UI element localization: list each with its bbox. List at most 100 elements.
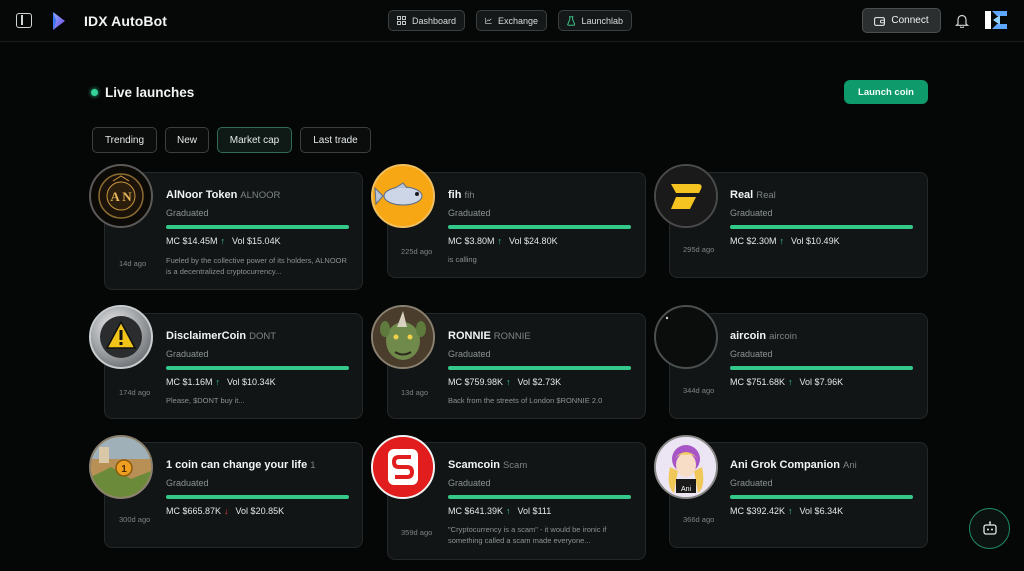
bell-icon[interactable] — [955, 13, 969, 28]
coin-avatar-disclaimer — [89, 305, 153, 369]
real-logo-icon — [656, 166, 716, 226]
nav-exchange-label: Exchange — [497, 15, 538, 26]
tab-new[interactable]: New — [165, 127, 209, 153]
coin-stats: MC $392.42K ↑ Vol $6.34K — [730, 506, 843, 516]
chatbot-button[interactable] — [969, 508, 1010, 549]
progress-bar — [448, 225, 631, 229]
brand-logo-icon — [53, 12, 65, 30]
arrow-up-icon: ↑ — [788, 506, 793, 516]
progress-bar — [166, 366, 349, 370]
coin-status: Graduated — [448, 208, 491, 218]
coin-age: 225d ago — [401, 247, 433, 256]
coin-description: Back from the streets of London $RONNIE … — [448, 396, 603, 405]
progress-bar — [730, 495, 913, 499]
connect-label: Connect — [891, 15, 929, 26]
coin-status: Graduated — [166, 349, 209, 359]
coin-name: Ani Grok Companion Ani — [730, 459, 857, 471]
progress-bar — [730, 225, 913, 229]
coin-name: DisclaimerCoin DONT — [166, 330, 277, 342]
volume: Vol $20.85K — [235, 506, 285, 516]
coin-ticker: Ani — [843, 460, 857, 471]
coin-status: Graduated — [730, 349, 773, 359]
coin-description: Fueled by the collective power of its ho… — [166, 256, 347, 276]
coin-avatar-aircoin — [654, 305, 718, 369]
arrow-up-icon: ↑ — [788, 377, 793, 387]
volume: Vol $2.73K — [517, 377, 562, 387]
coin-avatar-fih — [371, 164, 435, 228]
nav-dashboard-label: Dashboard — [411, 15, 456, 26]
avatar-caption: Ani — [680, 486, 692, 493]
coin-name: Real Real — [730, 189, 776, 201]
rhino-image-icon — [373, 307, 433, 367]
coin-age: 14d ago — [119, 259, 147, 268]
robot-icon — [982, 521, 997, 535]
coin-avatar-alnoor: A N — [89, 164, 153, 228]
progress-bar — [448, 495, 631, 499]
coin-stats: MC $2.30M ↑ Vol $10.49K — [730, 236, 840, 246]
sidebar-toggle-icon[interactable] — [16, 13, 32, 28]
coin-description: is calling — [448, 255, 477, 264]
arrow-up-icon: ↑ — [779, 236, 785, 246]
arrow-up-icon: ↑ — [215, 377, 221, 387]
coin-avatar-real — [654, 164, 718, 228]
coin-age: 359d ago — [401, 528, 433, 537]
progress-bar — [730, 366, 913, 370]
coin-description: Please, $DONT buy it... — [166, 396, 245, 405]
chart-icon — [485, 17, 492, 24]
one-coin-image-icon: 1 — [91, 437, 151, 497]
coin-avatar-scamcoin — [371, 435, 435, 499]
volume: Vol $10.49K — [791, 236, 840, 246]
arrow-up-icon: ↑ — [506, 377, 511, 387]
coin-status: Graduated — [730, 478, 773, 488]
coin-stats: MC $641.39K ↑ Vol $111 — [448, 506, 551, 516]
coin-stats: MC $751.68K ↑ Vol $7.96K — [730, 377, 843, 387]
coin-name: AlNoor Token ALNOOR — [166, 189, 281, 201]
arrow-down-icon: ↓ — [224, 506, 229, 516]
coin-name: Scamcoin Scam — [448, 459, 528, 471]
coin-description: "Cryptocurrency is a scam" - it would be… — [448, 525, 607, 545]
nav-launchlab-label: Launchlab — [581, 15, 623, 26]
alnoor-logo-icon: A N — [98, 173, 144, 219]
connect-button[interactable]: Connect — [862, 8, 941, 33]
market-cap: MC $641.39K — [448, 506, 504, 516]
nav-dashboard[interactable]: Dashboard — [388, 10, 465, 31]
launch-coin-button[interactable]: Launch coin — [844, 80, 928, 104]
top-bar: IDX AutoBot Dashboard Exchange Launchlab… — [0, 0, 1024, 42]
nav-exchange[interactable]: Exchange — [476, 10, 547, 31]
coin-age: 344d ago — [683, 386, 715, 395]
coin-age: 366d ago — [683, 515, 715, 524]
coin-stats: MC $3.80M ↑ Vol $24.80K — [448, 236, 558, 246]
fish-image-icon — [373, 166, 433, 226]
volume: Vol $15.04K — [232, 236, 281, 246]
market-cap: MC $751.68K — [730, 377, 786, 387]
coin-avatar-ani: Ani — [654, 435, 718, 499]
coin-ticker: Real — [756, 190, 776, 201]
live-indicator — [91, 89, 98, 96]
market-cap: MC $3.80M — [448, 236, 495, 246]
coin-ticker: DONT — [249, 331, 277, 342]
tab-trending[interactable]: Trending — [92, 127, 157, 153]
coin-age: 300d ago — [119, 515, 151, 524]
market-cap: MC $392.42K — [730, 506, 786, 516]
coin-stats: MC $1.16M ↑ Vol $10.34K — [166, 377, 276, 387]
wallet-icon — [874, 16, 886, 26]
coin-ticker: fih — [464, 190, 475, 201]
grid-icon — [397, 16, 406, 25]
coin-status: Graduated — [730, 208, 773, 218]
flask-icon — [567, 15, 576, 26]
tab-market-cap[interactable]: Market cap — [217, 127, 292, 153]
coin-stats: MC $759.98K ↑ Vol $2.73K — [448, 377, 561, 387]
coin-name: aircoin aircoin — [730, 330, 798, 342]
coin-avatar-ronnie — [371, 305, 435, 369]
section-title: Live launches — [105, 85, 195, 100]
coin-status: Graduated — [166, 478, 209, 488]
volume: Vol $111 — [517, 506, 552, 516]
nav-launchlab[interactable]: Launchlab — [558, 10, 632, 31]
profile-logo-icon[interactable] — [985, 11, 1007, 29]
coin-age: 13d ago — [401, 388, 429, 397]
progress-bar — [166, 225, 349, 229]
tab-last-trade[interactable]: Last trade — [300, 127, 371, 153]
arrow-up-icon: ↑ — [497, 236, 503, 246]
coin-status: Graduated — [448, 478, 491, 488]
market-cap: MC $759.98K — [448, 377, 504, 387]
